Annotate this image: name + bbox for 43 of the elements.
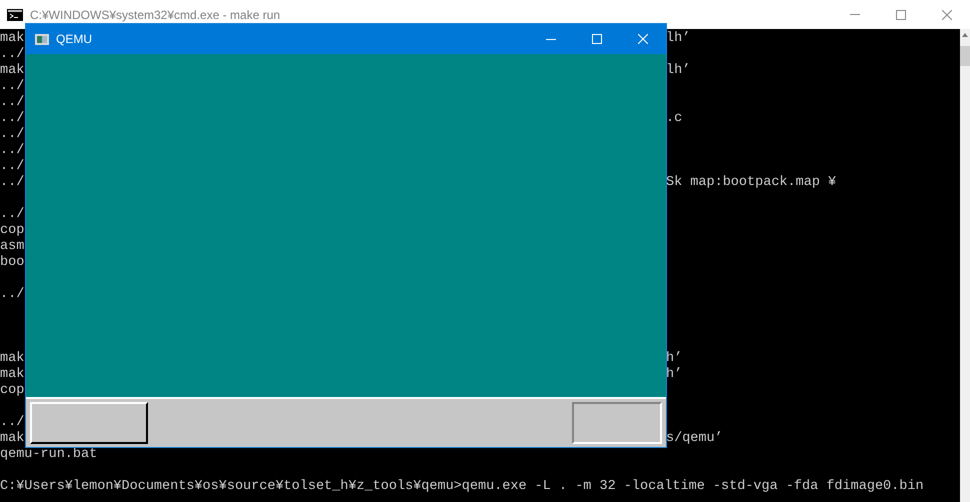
- console-text: ../: [0, 207, 24, 222]
- console-text: ../: [0, 111, 24, 126]
- console-text: lh’: [666, 63, 690, 79]
- console-text: s/qemu’: [666, 431, 723, 447]
- window-title: C:¥WINDOWS¥system32¥cmd.exe - make run: [30, 6, 280, 24]
- window-icon: [35, 34, 49, 44]
- maximize-icon: [592, 34, 602, 44]
- maximize-icon: [896, 10, 906, 20]
- console-text: ../: [0, 175, 24, 190]
- console-text: cop: [0, 383, 24, 398]
- console-text: ../: [0, 159, 24, 174]
- start-button[interactable]: [30, 402, 148, 444]
- console-text: ../: [0, 415, 24, 430]
- console-text: qemu-run.bat: [0, 447, 98, 462]
- console-text: mak: [0, 63, 24, 78]
- console-text: ../: [0, 47, 24, 62]
- console-text: mak: [0, 351, 24, 366]
- console-text: C:¥Users¥lemon¥Documents¥os¥source¥tolset_h¥z_tools¥qemu>qemu.exe -L . -m 32 -localtime -std-vga -fda fdimage0.bin: [0, 479, 924, 494]
- console-text: boo: [0, 255, 24, 270]
- console-text: ../: [0, 287, 24, 302]
- console-text: ../: [0, 79, 24, 94]
- terminal-icon: [7, 8, 23, 20]
- close-icon: [942, 10, 952, 20]
- console-text: ../: [0, 127, 24, 142]
- console-text: asm: [0, 239, 24, 254]
- console-text: cop: [0, 223, 24, 238]
- console-text: ../: [0, 95, 24, 110]
- console-text: mak: [0, 431, 24, 446]
- scroll-thumb[interactable]: [960, 46, 970, 66]
- close-icon: [638, 34, 648, 44]
- console-text: lh’: [666, 31, 690, 47]
- minimize-icon: [850, 14, 860, 15]
- console-text: mak: [0, 31, 24, 46]
- console-text: h’: [666, 367, 682, 383]
- console-text: h’: [666, 351, 682, 367]
- console-text: Sk map:bootpack.map ¥: [666, 175, 836, 191]
- minimize-icon: [546, 38, 556, 40]
- console-text: ../: [0, 143, 24, 158]
- console-text: .c: [666, 111, 682, 127]
- scroll-up-icon: [962, 33, 968, 37]
- console-text: mak: [0, 367, 24, 382]
- window-title: QEMU: [56, 31, 92, 48]
- scrollbar[interactable]: [960, 29, 970, 502]
